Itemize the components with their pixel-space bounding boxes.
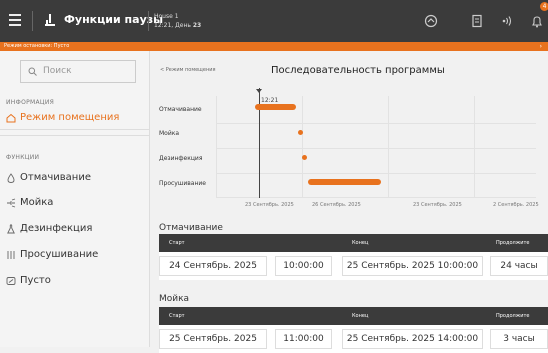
x-tick-label: 23 Сентябрь. 2025 (245, 202, 294, 208)
gridline (388, 96, 389, 198)
home-icon (6, 113, 16, 123)
gantt-bar (307, 179, 381, 185)
col-end: Конец (352, 313, 369, 319)
start-date-field[interactable]: 25 Сентябрь. 2025 (159, 329, 267, 349)
col-start: Старт (169, 240, 185, 246)
house-name: House 1 (154, 13, 179, 20)
gantt-bar (255, 104, 296, 110)
search-input[interactable]: Поиск (20, 60, 136, 83)
flask-icon (7, 224, 15, 234)
signal-icon[interactable] (500, 14, 514, 28)
sidebar-item-label: Режим помещения (20, 112, 120, 123)
table-header: Старт Конец Продолжите (159, 307, 548, 325)
gantt-row-label: Отмачивание (159, 106, 202, 113)
end-field: 25 Сентябрь. 2025 14:00:00 (342, 329, 483, 349)
main-content: < Режим помещения Последовательность про… (150, 51, 548, 353)
empty-icon (6, 277, 16, 285)
house-time-day: 12:21, День 23 (154, 21, 201, 30)
gridline (216, 173, 536, 174)
gridline (216, 148, 536, 149)
col-end: Конец (352, 240, 369, 246)
top-bar: Функции паузы House 1 12:21, День 23 4 (0, 0, 548, 42)
search-icon (28, 67, 37, 76)
breadcrumb[interactable]: < Режим помещения (160, 67, 215, 73)
gridline (302, 96, 303, 198)
gantt-bar (302, 155, 308, 160)
divider (148, 11, 149, 31)
page-title: Последовательность программы (271, 65, 445, 76)
gantt-row-label: Дезинфекция (159, 155, 203, 162)
menu-icon[interactable] (9, 14, 21, 26)
divider (32, 11, 33, 31)
gridline (474, 96, 475, 198)
section-label-functions: ФУНКЦИИ (6, 154, 40, 161)
section-title-washing: Мойка (159, 294, 190, 304)
house-info: House 1 12:21, День 23 (154, 12, 201, 30)
start-time-field[interactable]: 11:00:00 (275, 329, 332, 349)
house-time: 12:21, День (154, 22, 193, 29)
x-tick-label: 23 Сентябрь. 2025 (413, 202, 462, 208)
pause-function-icon (45, 14, 55, 26)
table-row: 25 Сентябрь. 2025 11:00:00 25 Сентябрь. … (159, 325, 548, 353)
notification-badge: 4 (540, 2, 548, 11)
col-duration: Продолжите (496, 240, 530, 246)
sidebar-item-room-mode[interactable]: Режим помещения (0, 108, 150, 130)
sidebar-item-washing[interactable]: Мойка (0, 193, 150, 215)
search-placeholder: Поиск (43, 66, 72, 76)
duration-field[interactable]: 24 часы (490, 256, 548, 276)
table-header: Старт Конец Продолжите (159, 234, 548, 252)
heat-icon (7, 251, 15, 259)
bell-icon[interactable] (530, 14, 544, 28)
gantt-row-label: Мойка (159, 130, 180, 137)
gridline (216, 96, 217, 198)
section-label-info: ИНФОРМАЦИЯ (6, 99, 55, 106)
col-start: Старт (169, 313, 185, 319)
status-text: Режим остановки: Пусто (4, 43, 70, 49)
house-day: 23 (192, 22, 202, 29)
sidebar-item-label: Мойка (20, 197, 54, 208)
start-time-field[interactable]: 10:00:00 (275, 256, 332, 276)
gantt-row-label: Просушивание (159, 180, 206, 187)
sidebar-divider (0, 135, 150, 136)
sidebar-item-drying[interactable]: Просушивание (0, 245, 150, 267)
gauge-icon[interactable] (424, 14, 438, 28)
gridline (216, 197, 536, 198)
report-icon[interactable] (470, 14, 484, 28)
section-title-soaking: Отмачивание (159, 223, 223, 233)
spray-icon (7, 198, 16, 208)
duration-field[interactable]: 3 часы (490, 329, 548, 349)
x-tick-label: 2 Сентябрь. 2025 (493, 202, 539, 208)
sidebar-item-label: Дезинфекция (20, 223, 93, 234)
gantt-chart: Отмачивание Мойка Дезинфекция Просушиван… (150, 86, 548, 226)
status-bar[interactable]: Режим остановки: Пусто › (0, 42, 548, 51)
col-duration: Продолжите (496, 313, 530, 319)
gridline (216, 123, 536, 124)
x-tick-label: 26 Сентябрь. 2025 (312, 202, 361, 208)
sidebar-item-label: Пусто (20, 275, 51, 286)
now-label: 12:21 (261, 97, 279, 104)
sidebar: Поиск ИНФОРМАЦИЯ Режим помещения ФУНКЦИИ… (0, 51, 150, 347)
sidebar-item-label: Просушивание (20, 249, 99, 260)
sidebar-item-disinfection[interactable]: Дезинфекция (0, 219, 150, 241)
table-row: 24 Сентябрь. 2025 10:00:00 25 Сентябрь. … (159, 252, 548, 280)
sidebar-item-soaking[interactable]: Отмачивание (0, 168, 150, 190)
start-date-field[interactable]: 24 Сентябрь. 2025 (159, 256, 267, 276)
sidebar-item-empty[interactable]: Пусто (0, 271, 150, 293)
end-field: 25 Сентябрь. 2025 10:00:00 (342, 256, 483, 276)
sidebar-item-label: Отмачивание (20, 172, 91, 183)
drop-icon (7, 173, 15, 183)
chevron-icon: › (539, 43, 542, 50)
